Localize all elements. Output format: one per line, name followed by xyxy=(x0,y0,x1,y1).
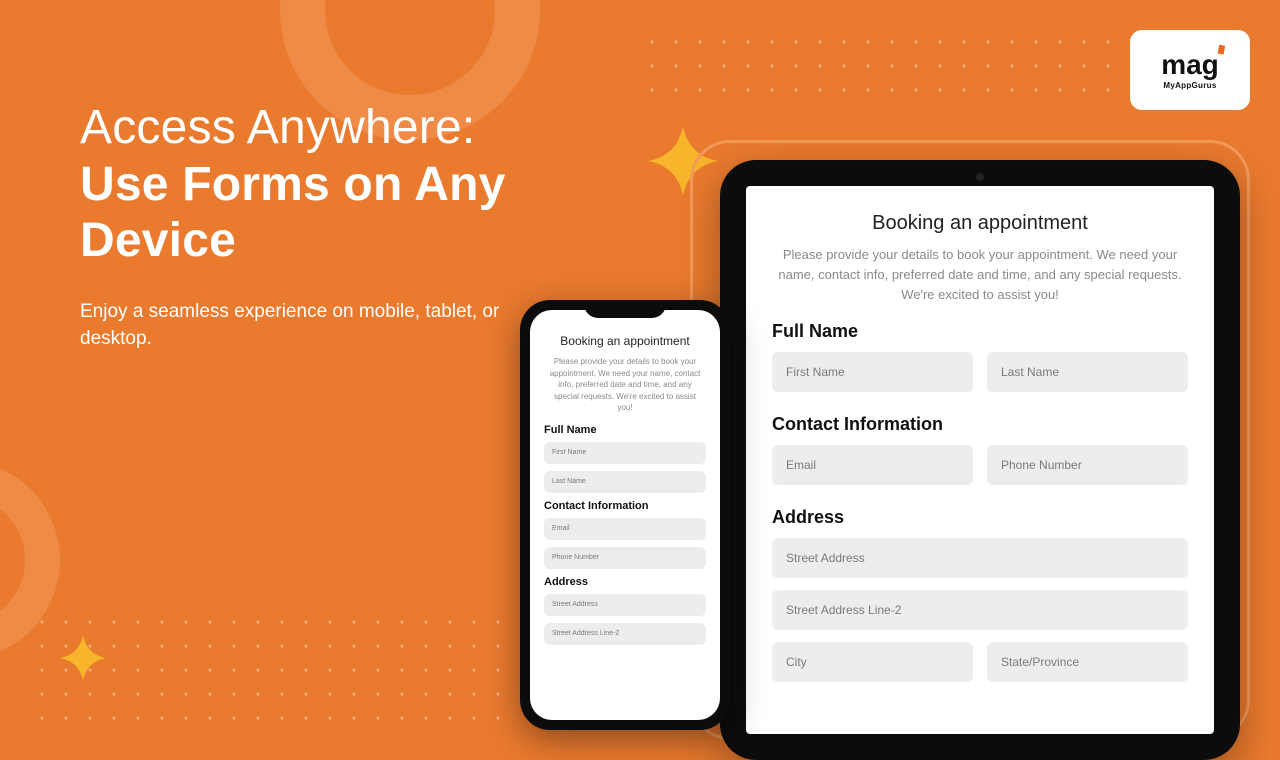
first-name-field[interactable]: First Name xyxy=(544,442,706,464)
phone-field[interactable]: Phone Number xyxy=(987,445,1188,485)
page-subhead: Enjoy a seamless experience on mobile, t… xyxy=(80,298,510,353)
phone-field[interactable]: Phone Number xyxy=(544,547,706,569)
form-title: Booking an appointment xyxy=(772,212,1188,235)
camera-icon xyxy=(976,173,984,181)
section-contact: Contact Information xyxy=(772,414,1188,435)
street2-field[interactable]: Street Address Line-2 xyxy=(544,623,706,645)
last-name-field[interactable]: Last Name xyxy=(544,471,706,493)
page-title: Access Anywhere: Use Forms on Any Device xyxy=(80,100,510,270)
phone-notch xyxy=(584,300,666,318)
section-address: Address xyxy=(544,576,706,588)
sparkle-icon xyxy=(60,635,106,681)
headline-bold: Use Forms on Any Device xyxy=(80,158,506,268)
tablet-mockup: Booking an appointment Please provide yo… xyxy=(720,160,1240,760)
city-field[interactable]: City xyxy=(772,642,973,682)
tablet-screen: Booking an appointment Please provide yo… xyxy=(746,186,1214,734)
first-name-field[interactable]: First Name xyxy=(772,352,973,392)
last-name-field[interactable]: Last Name xyxy=(987,352,1188,392)
brand-name: mag xyxy=(1161,49,1219,80)
brand-logo: mag▘ MyAppGurus xyxy=(1130,30,1250,110)
email-field[interactable]: Email xyxy=(772,445,973,485)
street1-field[interactable]: Street Address xyxy=(772,538,1188,578)
form-intro: Please provide your details to book your… xyxy=(778,245,1182,305)
headline-light: Access Anywhere: xyxy=(80,101,475,154)
section-fullname: Full Name xyxy=(772,321,1188,342)
email-field[interactable]: Email xyxy=(544,518,706,540)
decor-dots xyxy=(640,30,1110,100)
form-intro: Please provide your details to book your… xyxy=(548,356,702,414)
section-fullname: Full Name xyxy=(544,424,706,436)
street1-field[interactable]: Street Address xyxy=(544,594,706,616)
state-field[interactable]: State/Province xyxy=(987,642,1188,682)
brand-subtitle: MyAppGurus xyxy=(1163,81,1216,90)
section-contact: Contact Information xyxy=(544,500,706,512)
phone-mockup: Booking an appointment Please provide yo… xyxy=(520,300,730,730)
section-address: Address xyxy=(772,507,1188,528)
form-title: Booking an appointment xyxy=(544,334,706,348)
street2-field[interactable]: Street Address Line-2 xyxy=(772,590,1188,630)
phone-screen: Booking an appointment Please provide yo… xyxy=(530,310,720,720)
